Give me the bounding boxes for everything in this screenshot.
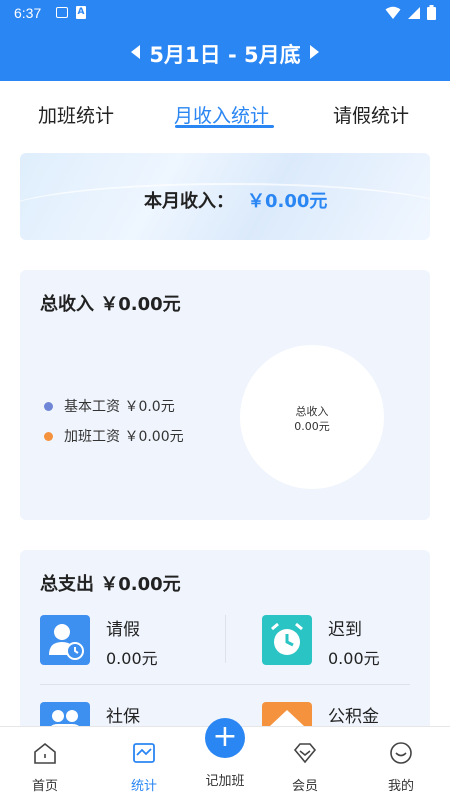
pie-center-value: 0.00元	[294, 420, 330, 433]
nav-label: 我的	[387, 779, 414, 794]
total-income-title: 总收入 ￥0.00元	[40, 294, 181, 315]
expense-name: 迟到	[328, 620, 362, 640]
nav-stats[interactable]: 统计	[99, 727, 189, 801]
plus-icon: +	[212, 719, 238, 754]
expense-amount: 0.00元	[106, 649, 158, 668]
legend-dot	[44, 401, 53, 411]
battery-icon	[427, 5, 436, 20]
signal-icon	[408, 6, 420, 19]
triangle-right-icon	[309, 45, 319, 59]
tab-overtime-stats[interactable]: 加班统计	[38, 101, 114, 128]
date-range-header: 5月1日 - 5月底	[0, 26, 450, 81]
divider	[225, 615, 226, 663]
nav-home[interactable]: 首页	[0, 727, 90, 801]
monthly-income-value: ￥0.00元	[247, 191, 328, 212]
nav-label: 统计	[130, 779, 157, 794]
status-time: 6:37	[14, 5, 42, 21]
monthly-income-card: 本月收入： ￥0.00元	[20, 153, 430, 240]
total-expense-title: 总支出 ￥0.00元	[40, 574, 181, 595]
tab-monthly-income-stats[interactable]: 月收入统计	[174, 101, 269, 128]
status-bar: 6:37 A	[0, 0, 450, 26]
date-range-label[interactable]: 5月1日 - 5月底	[149, 39, 300, 69]
income-pie-chart: 总收入 0.00元	[240, 345, 384, 489]
expense-name: 社保	[106, 707, 140, 727]
legend-label: 基本工资 ￥0.0元	[64, 399, 175, 415]
add-overtime-label[interactable]: 记加班	[180, 770, 270, 789]
pie-center-label: 总收入	[295, 405, 329, 418]
diamond-icon	[293, 743, 317, 764]
total-income-card: 总收入 ￥0.00元 基本工资 ￥0.0元 加班工资 ￥0.00元 总收入 0.…	[20, 270, 430, 520]
expense-name: 公积金	[328, 707, 379, 727]
legend-item-overtime-pay: 加班工资 ￥0.00元	[44, 426, 184, 446]
divider	[40, 684, 410, 685]
tab-leave-stats[interactable]: 请假统计	[333, 101, 409, 128]
wifi-icon	[385, 6, 401, 19]
add-overtime-button[interactable]: +	[205, 718, 245, 758]
home-icon	[34, 742, 56, 764]
nav-my[interactable]: 我的	[356, 727, 446, 801]
app-notification-icon: A	[76, 6, 86, 19]
smile-icon	[390, 742, 412, 764]
legend-label: 加班工资 ￥0.00元	[64, 429, 184, 445]
prev-month-button[interactable]	[123, 44, 149, 63]
alarm-clock-icon	[262, 615, 312, 665]
nav-label: 会员	[291, 779, 318, 794]
person-clock-icon	[40, 615, 90, 665]
stats-tabs: 加班统计 月收入统计 请假统计	[0, 81, 450, 131]
expense-name: 请假	[106, 620, 140, 640]
triangle-left-icon	[131, 45, 141, 59]
legend-dot	[44, 431, 53, 441]
active-tab-indicator	[175, 125, 274, 128]
nav-member[interactable]: 会员	[260, 727, 350, 801]
next-month-button[interactable]	[301, 44, 327, 63]
monthly-income-label: 本月收入：	[144, 191, 234, 212]
chart-icon	[133, 743, 155, 763]
status-icons	[385, 5, 436, 20]
legend-item-base-salary: 基本工资 ￥0.0元	[44, 396, 175, 416]
nav-label: 首页	[31, 779, 58, 794]
image-notification-icon	[56, 7, 68, 18]
expense-amount: 0.00元	[328, 649, 380, 668]
